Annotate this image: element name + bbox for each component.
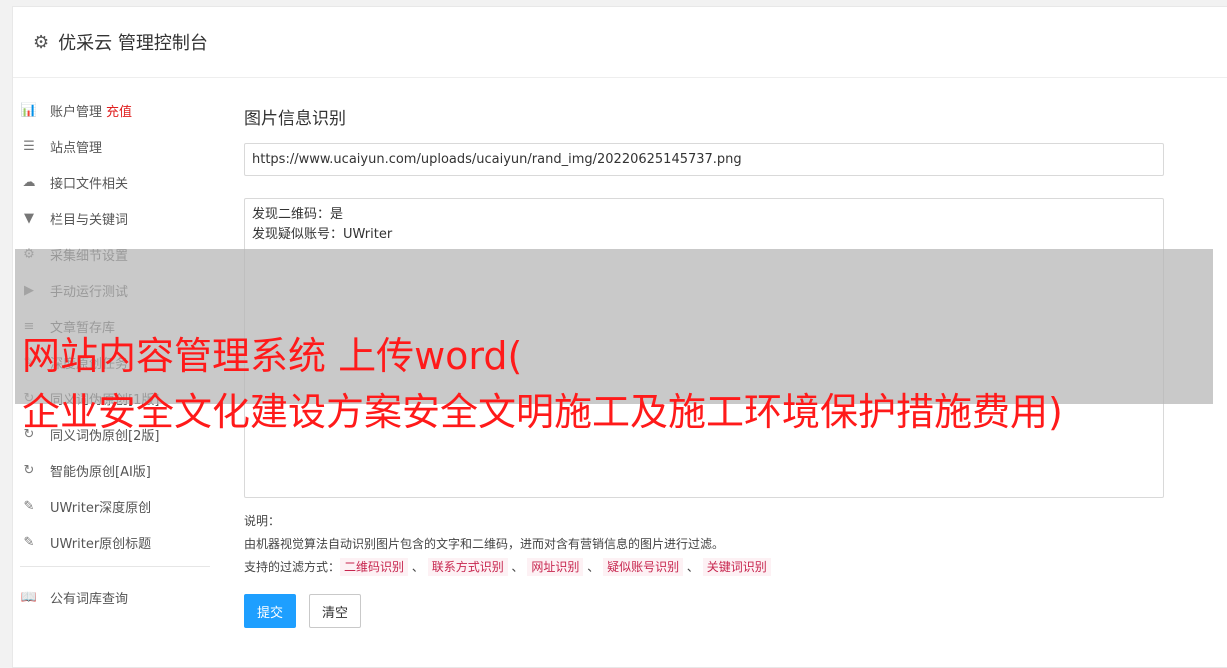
tag-separator: 、 bbox=[411, 560, 424, 574]
filter-methods: 支持的过滤方式： 二维码识别 、 联系方式识别 、 网址识别 、 疑似账号识别 、… bbox=[244, 556, 1164, 579]
sidebar-item-label: 栏目与关键词 bbox=[50, 212, 129, 228]
description: 说明： 由机器视觉算法自动识别图片包含的文字和二维码，进而对含有营销信息的图片进… bbox=[244, 510, 1164, 579]
result-line: 发现二维码：是 bbox=[252, 207, 344, 222]
button-group: 提交 清空 bbox=[244, 594, 1164, 628]
tag-separator: 、 bbox=[587, 560, 600, 574]
header: ⚙ 优采云 管理控制台 bbox=[13, 7, 1227, 78]
desc-title: 说明： bbox=[244, 514, 281, 528]
recharge-link[interactable]: 充值 bbox=[106, 101, 132, 120]
sidebar-item-label: UWriter深度原创 bbox=[50, 500, 152, 516]
overlay-caption: 网站内容管理系统 上传word( 企业安全文化建设方案安全文明施工及施工环境保护… bbox=[22, 328, 1222, 440]
sidebar-item[interactable]: ▼ 栏目与关键词 bbox=[20, 200, 210, 236]
filter-tag: 二维码识别 bbox=[340, 558, 409, 576]
filter-tag: 疑似账号识别 bbox=[603, 558, 684, 576]
sidebar-item[interactable]: ✎ UWriter原创标题 bbox=[20, 524, 210, 560]
section-title: 图片信息识别 bbox=[244, 109, 346, 129]
sidebar-item[interactable]: ✎ UWriter深度原创 bbox=[20, 488, 210, 524]
filter-label: 支持的过滤方式： bbox=[244, 560, 341, 574]
desc-text: 由机器视觉算法自动识别图片包含的文字和二维码，进而对含有营销信息的图片进行过滤。 bbox=[244, 537, 725, 551]
filter-tag: 联系方式识别 bbox=[427, 558, 508, 576]
sidebar-item[interactable]: 📊 账户管理 充值 bbox=[20, 92, 210, 128]
book-icon: 📖 bbox=[20, 589, 38, 605]
submit-button[interactable]: 提交 bbox=[244, 594, 297, 628]
sidebar-item[interactable]: 📖 公有词库查询 bbox=[20, 579, 210, 615]
image-url-input[interactable] bbox=[244, 143, 1164, 176]
filter-tag: 网址识别 bbox=[527, 558, 584, 576]
sidebar-item-label: 智能伪原创[AI版] bbox=[50, 464, 151, 480]
sidebar-item[interactable]: ☁ 接口文件相关 bbox=[20, 164, 210, 200]
sidebar-item-label: 公有词库查询 bbox=[50, 591, 129, 607]
sidebar-item[interactable]: ↻ 智能伪原创[AI版] bbox=[20, 452, 210, 488]
sidebar-item-label: UWriter原创标题 bbox=[50, 536, 152, 552]
result-line: 发现疑似账号：UWriter bbox=[252, 227, 393, 242]
tag-separator: 、 bbox=[511, 560, 524, 574]
overlay-line-2: 企业安全文化建设方案安全文明施工及施工环境保护措施费用) bbox=[22, 390, 1063, 434]
filter-icon: ▼ bbox=[24, 210, 34, 226]
sidebar-divider bbox=[20, 566, 210, 567]
filter-tag: 关键词识别 bbox=[702, 558, 771, 576]
sidebar-item-label: 接口文件相关 bbox=[50, 176, 129, 192]
gear-icon: ⚙ bbox=[33, 31, 50, 53]
sidebar-item-label: 账户管理 bbox=[50, 104, 103, 120]
sidebar-item[interactable]: ☰ 站点管理 bbox=[20, 128, 210, 164]
clear-button[interactable]: 清空 bbox=[309, 594, 362, 628]
tag-separator: 、 bbox=[686, 560, 699, 574]
edit-icon: ✎ bbox=[23, 498, 35, 514]
refresh-icon: ↻ bbox=[23, 462, 35, 478]
page-title: 优采云 管理控制台 bbox=[58, 33, 208, 54]
overlay-line-1: 网站内容管理系统 上传word( bbox=[22, 334, 523, 378]
cloud-upload-icon: ☁ bbox=[22, 174, 36, 190]
server-icon: ☰ bbox=[23, 138, 35, 154]
edit-icon: ✎ bbox=[23, 534, 35, 550]
sidebar-item-label: 站点管理 bbox=[50, 140, 103, 156]
bar-chart-icon: 📊 bbox=[20, 102, 38, 118]
